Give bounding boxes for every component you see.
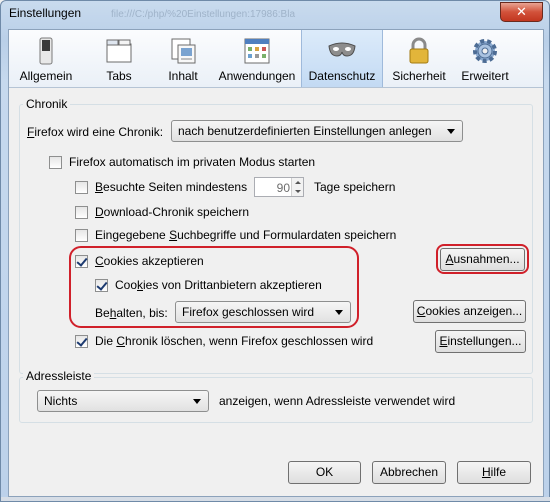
exceptions-button[interactable]: Ausnahmen... [440,248,525,271]
close-icon: ✕ [516,4,527,19]
tab-label: Sicherheit [392,69,446,83]
tab-sicherheit[interactable]: Sicherheit [387,30,451,87]
accept-cookies-checkbox[interactable] [75,255,88,268]
show-cookies-button[interactable]: Cookies anzeigen... [413,300,526,323]
gear-icon [473,39,497,63]
window-title: Einstellungen [9,6,82,20]
keep-until-label: Behalten, bis: [95,306,168,320]
addressbar-suggest-dropdown[interactable]: Nichts [37,390,209,412]
tab-label: Datenschutz [308,69,376,83]
tabs-icon [106,39,132,63]
keep-until-dropdown[interactable]: Firefox geschlossen wird [175,301,351,323]
ok-button[interactable]: OK [288,461,361,484]
help-button[interactable]: Hilfe [457,461,531,484]
visited-pages-label: Besuchte Seiten mindestens [95,180,248,194]
applications-icon [244,38,270,64]
tab-tabs[interactable]: Tabs [89,30,149,87]
download-history-label: Download-Chronik speichern [95,205,250,219]
spinner-arrows-icon[interactable] [291,178,303,196]
content-icon [171,38,196,64]
tab-inhalt[interactable]: Inhalt [153,30,213,87]
tab-anwendungen[interactable]: Anwendungen [215,30,299,87]
days-spinner[interactable]: 90 [254,177,304,197]
history-mode-label: Firefox wird eine Chronik: [27,125,164,139]
window-bottom-edge [1,497,550,501]
visited-pages-checkbox[interactable] [75,181,88,194]
switch-icon [39,37,53,65]
tab-label: Inhalt [168,69,198,83]
padlock-icon [409,37,429,64]
tab-label: Allgemein [19,69,73,83]
addressbar-suffix-label: anzeigen, wenn Adressleiste verwendet wi… [219,394,456,408]
private-mode-label: Firefox automatisch im privaten Modus st… [69,155,316,169]
search-form-history-label: Eingegebene Suchbegriffe und Formulardat… [95,228,397,242]
third-party-cookies-label: Cookies von Drittanbietern akzeptieren [115,278,322,292]
tab-erweitert[interactable]: Erweitert [453,30,517,87]
background-url-text: file:///C:/php/%20Einstellungen:17986:Bl… [111,9,296,20]
days-suffix-label: Tage speichern [314,180,396,194]
chevron-down-icon [193,399,201,404]
search-form-history-checkbox[interactable] [75,229,88,242]
tab-allgemein[interactable]: Allgemein [15,30,77,87]
tab-label: Tabs [106,69,132,83]
addressbar-group-label: Adressleiste [23,369,95,383]
privacy-panel: Chronik Firefox wird eine Chronik: nach … [9,88,543,496]
chevron-down-icon [335,310,343,315]
accept-cookies-label: Cookies akzeptieren [95,254,204,268]
category-toolbar: Allgemein Tabs Inhalt Anwendungen Datens… [9,30,543,88]
privacy-mask-icon [328,42,356,57]
third-party-cookies-checkbox[interactable] [95,279,108,292]
preferences-window: Einstellungen file:///C:/php/%20Einstell… [0,0,550,502]
close-button[interactable]: ✕ [500,2,543,22]
days-value: 90 [276,181,290,195]
tab-label: Erweitert [461,69,509,83]
tab-label: Anwendungen [218,69,296,83]
history-settings-button[interactable]: Einstellungen... [435,330,526,353]
cancel-button[interactable]: Abbrechen [372,461,446,484]
download-history-checkbox[interactable] [75,206,88,219]
clear-history-on-close-checkbox[interactable] [75,335,88,348]
history-mode-dropdown[interactable]: nach benutzerdefinierten Einstellungen a… [171,120,463,142]
dialog-client-area: Allgemein Tabs Inhalt Anwendungen Datens… [8,29,544,497]
chronik-group-label: Chronik [23,97,71,111]
clear-history-on-close-label: Die Chronik löschen, wenn Firefox geschl… [95,334,374,348]
tab-datenschutz[interactable]: Datenschutz [301,30,383,87]
chevron-down-icon [447,129,455,134]
private-mode-checkbox[interactable] [49,156,62,169]
